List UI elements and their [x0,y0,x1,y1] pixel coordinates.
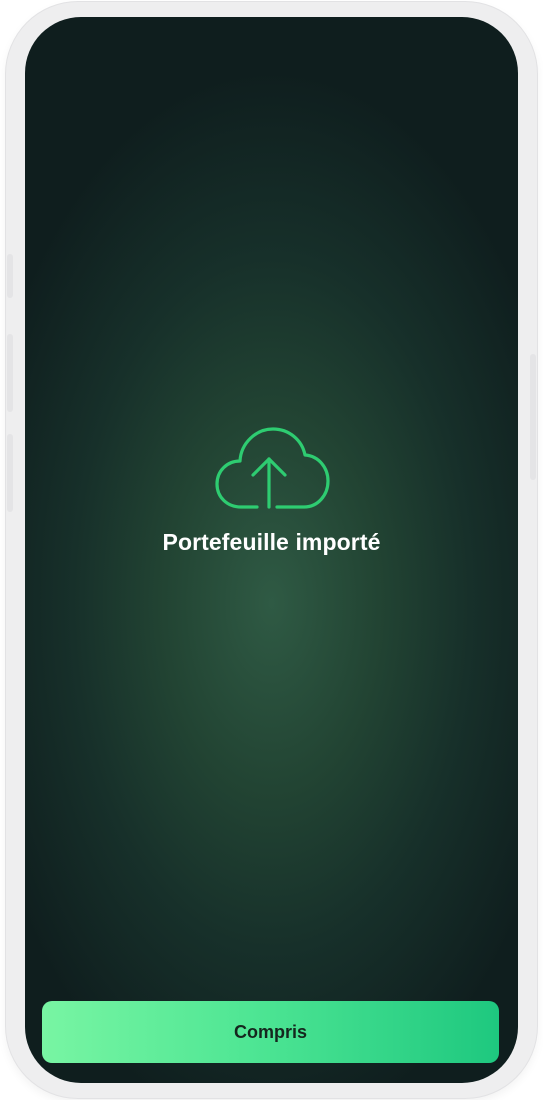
volume-down-button [7,434,13,512]
confirm-button[interactable]: Compris [42,1001,499,1063]
app-screen: Portefeuille importé Compris [25,17,518,1083]
cloud-upload-icon [215,427,330,509]
import-success-view: Portefeuille importé Compris [25,17,518,1083]
volume-up-button [7,334,13,412]
power-button [530,354,536,480]
page-title: Portefeuille importé [162,529,381,555]
mute-switch [7,254,13,298]
